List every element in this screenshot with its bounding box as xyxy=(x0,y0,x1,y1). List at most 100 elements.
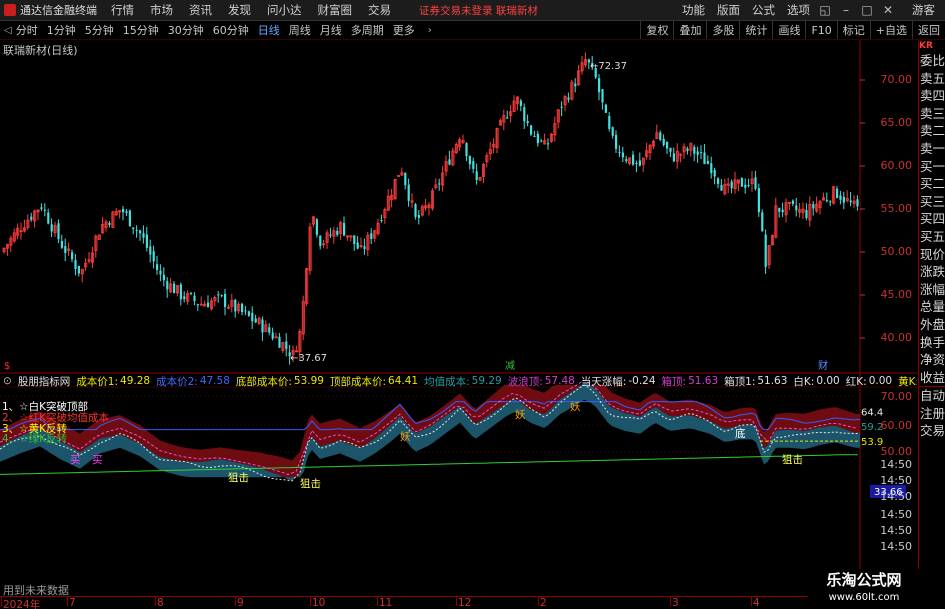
green-cost-line xyxy=(0,454,858,475)
date-tick: 10 xyxy=(312,597,326,609)
candle-body xyxy=(139,230,142,234)
candle-body xyxy=(662,138,665,145)
price-tick: 70.00 xyxy=(880,73,913,86)
indicator-field: 顶部成本价: xyxy=(329,375,387,388)
date-tick: 7 xyxy=(69,597,76,609)
candle-body xyxy=(761,212,764,232)
low-price-label: ←37.67 xyxy=(290,353,327,364)
event-flag: 财 xyxy=(818,359,828,372)
date-tick-mark xyxy=(235,596,236,606)
candle-body xyxy=(465,143,468,157)
candle-body xyxy=(183,296,186,300)
candle-body xyxy=(625,159,628,162)
sidebar-item[interactable]: 交易 xyxy=(919,422,945,440)
candle-body xyxy=(720,185,723,191)
candle-body xyxy=(145,234,148,248)
signal-label: 狙击 xyxy=(300,477,321,490)
candle-body xyxy=(519,100,522,106)
sidebar-item[interactable]: 卖一 xyxy=(919,140,945,158)
candle-body xyxy=(438,183,441,185)
date-tick-mark xyxy=(751,596,752,606)
sidebar-item[interactable]: 买五 xyxy=(919,228,945,246)
candle-body xyxy=(604,104,607,113)
candle-body xyxy=(526,121,529,124)
candle-body xyxy=(247,311,250,316)
candle-body xyxy=(74,259,77,269)
candle-body xyxy=(64,246,67,253)
candle-body xyxy=(241,303,244,313)
price-axis: 70.00 65.00 60.00 55.00 50.00 45.00 40.0… xyxy=(860,40,918,375)
candle-body xyxy=(839,195,842,200)
candle-body xyxy=(268,327,271,333)
candle-body xyxy=(754,177,757,189)
sidebar-item[interactable]: 外盘 xyxy=(919,316,945,334)
sidebar-item[interactable]: 收益 xyxy=(919,369,945,387)
candle-body xyxy=(108,222,111,225)
candle-body xyxy=(57,223,60,240)
candle-body xyxy=(696,151,699,155)
sidebar-item[interactable]: 净资 xyxy=(919,351,945,369)
indicator-legend: 1、☆白K突破顶部 2、☆红K突破均值成本 3、☆黄K反转 4、☆绿K反转 xyxy=(2,402,109,445)
date-tick-mark xyxy=(155,596,156,606)
candle-body xyxy=(77,265,80,274)
date-tick: 2024年 xyxy=(3,599,41,609)
candle-body xyxy=(608,116,611,129)
candle-body xyxy=(217,294,220,296)
sidebar-item[interactable]: 注册 xyxy=(919,405,945,423)
sidebar-item[interactable]: 总量 xyxy=(919,298,945,316)
price-tick: 50.00 xyxy=(880,245,913,258)
indicator-field-value: 57.48 xyxy=(544,375,575,387)
sidebar-item[interactable]: 卖五 xyxy=(919,70,945,88)
sidebar-item[interactable]: 自动 xyxy=(919,386,945,405)
candle-body xyxy=(764,234,767,267)
candle-body xyxy=(530,125,533,135)
sidebar-item[interactable]: 换手 xyxy=(919,334,945,352)
sidebar-item[interactable]: 涨幅 xyxy=(919,281,945,299)
signal-label: 狙击 xyxy=(782,453,803,466)
ind-tick: 14:50 xyxy=(880,524,912,537)
candle-body xyxy=(207,302,210,308)
candle-body xyxy=(336,230,339,235)
candle-body xyxy=(135,229,138,231)
candle-body xyxy=(795,205,798,211)
candle-body xyxy=(448,159,451,165)
candle-body xyxy=(159,270,162,275)
sidebar-item[interactable]: 买四 xyxy=(919,210,945,228)
candle-body xyxy=(162,274,165,281)
sidebar-item[interactable]: 委比 xyxy=(919,52,945,70)
indicator-field: 黄K: xyxy=(898,375,917,388)
sidebar-item[interactable]: 卖三 xyxy=(919,105,945,123)
sidebar-item[interactable]: 买二 xyxy=(919,175,945,193)
sidebar-item[interactable]: 卖四 xyxy=(919,87,945,105)
candle-body xyxy=(370,233,373,239)
candle-body xyxy=(778,207,781,212)
candle-body xyxy=(621,152,624,158)
indicator-name[interactable]: 股朋指标网 xyxy=(18,374,71,388)
candle-body xyxy=(278,336,281,348)
watermark-url: www.60lt.com xyxy=(828,592,900,603)
candle-body xyxy=(244,310,247,312)
sidebar-item[interactable]: 买三 xyxy=(919,193,945,211)
candle-body xyxy=(380,219,383,221)
candle-body xyxy=(125,211,128,213)
kline-chart[interactable]: ←72.37←37.67$ 减财 64.459.253.933.66买 买狙击 狙击狙… xyxy=(0,0,945,609)
sidebar-item[interactable]: 涨跌 xyxy=(919,263,945,281)
sidebar-top-tag: KR xyxy=(919,41,933,51)
legend-green-k: 4、☆绿K反转 xyxy=(2,433,67,446)
candle-body xyxy=(611,127,614,136)
sidebar-item[interactable]: 现价 xyxy=(919,246,945,264)
candle-body xyxy=(747,185,750,187)
sidebar-item[interactable]: 卖二 xyxy=(919,122,945,140)
candle-body xyxy=(363,246,366,249)
candle-body xyxy=(142,233,145,238)
event-flag: $ xyxy=(4,361,10,372)
candle-body xyxy=(744,184,747,188)
sidebar-item[interactable]: 买一 xyxy=(919,158,945,176)
indicator-menu-icon[interactable]: ⊙ xyxy=(3,375,12,387)
candle-body xyxy=(659,132,662,140)
ind-tick: 14:50 xyxy=(880,508,912,521)
candle-body xyxy=(706,161,709,164)
candle-body xyxy=(849,200,852,203)
stock-title: 联瑞新材(日线) xyxy=(3,44,78,57)
ind-tick: 14:50 xyxy=(880,458,912,471)
